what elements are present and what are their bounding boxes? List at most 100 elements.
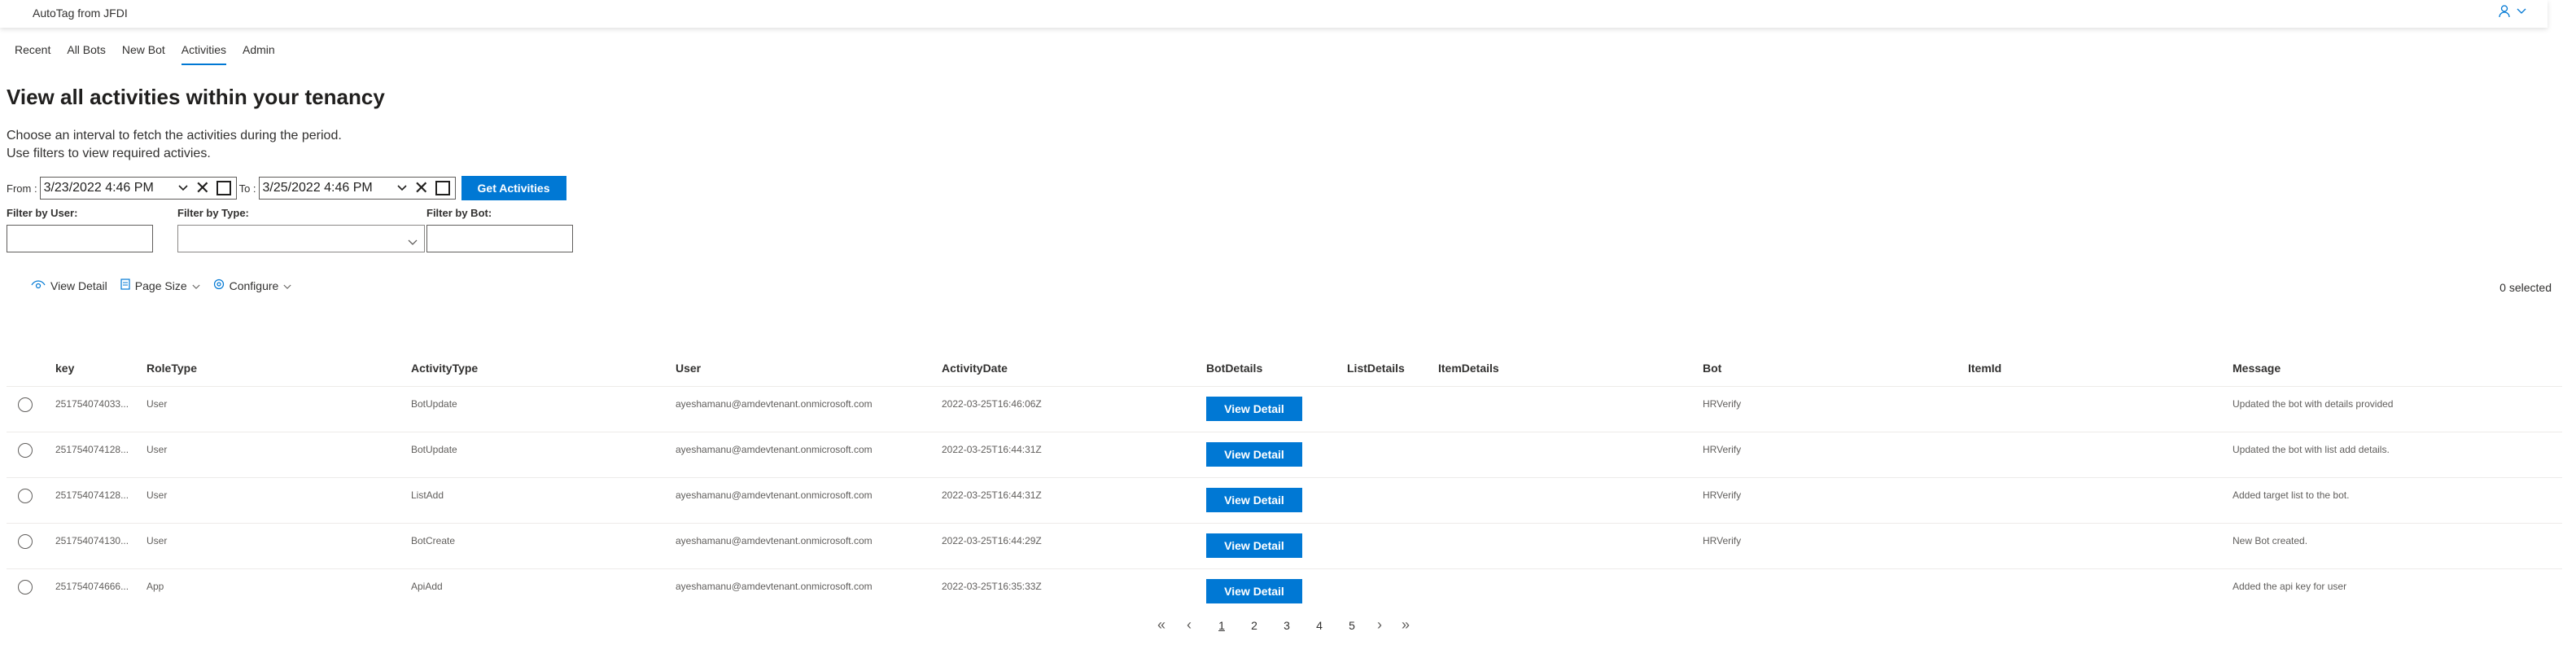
row-select-radio[interactable]	[18, 443, 33, 458]
chevron-down-icon	[283, 279, 291, 292]
column-header-message[interactable]: Message	[2233, 362, 2281, 375]
cell-bot: HRVerify	[1703, 398, 1742, 410]
row-select-radio[interactable]	[18, 397, 33, 412]
filter-bot-label: Filter by Bot:	[426, 207, 492, 219]
cell-bot: HRVerify	[1703, 489, 1742, 501]
view-detail-button[interactable]: View Detail	[1206, 442, 1302, 467]
tab-new-bot[interactable]: New Bot	[114, 41, 173, 65]
prev-page-icon[interactable]: ‹	[1187, 616, 1192, 634]
calendar-icon[interactable]	[435, 181, 450, 195]
date-range-row: From : ✕ To : ✕ Get Activities	[7, 175, 566, 201]
cell-key: 251754074128...	[55, 444, 129, 455]
first-page-icon[interactable]: «	[1157, 616, 1166, 634]
view-detail-button[interactable]: View Detail	[1206, 533, 1302, 558]
tab-all-bots[interactable]: All Bots	[59, 41, 113, 65]
column-header-itemdetails[interactable]: ItemDetails	[1438, 362, 1499, 375]
cell-user: ayeshamanu@amdevtenant.onmicrosoft.com	[676, 535, 873, 546]
configure-label: Configure	[229, 279, 279, 292]
next-page-icon[interactable]: ›	[1377, 616, 1382, 634]
close-icon[interactable]: ✕	[414, 178, 429, 198]
filter-type-dropdown[interactable]	[177, 225, 425, 252]
cell-message: Updated the bot with details provided	[2233, 398, 2394, 410]
tab-admin[interactable]: Admin	[234, 41, 283, 65]
cell-message: New Bot created.	[2233, 535, 2308, 546]
view-detail-button[interactable]: View Detail	[1206, 397, 1302, 421]
column-header-bot[interactable]: Bot	[1703, 362, 1721, 375]
column-header-activitytype[interactable]: ActivityType	[411, 362, 478, 375]
chevron-down-icon[interactable]	[396, 185, 408, 191]
page-number[interactable]: 4	[1310, 619, 1329, 632]
cell-key: 251754074130...	[55, 535, 129, 546]
from-datetime-input[interactable]	[40, 181, 177, 195]
get-activities-button[interactable]: Get Activities	[461, 176, 566, 200]
cell-activitydate: 2022-03-25T16:44:31Z	[942, 489, 1042, 501]
selected-count: 0 selected	[2499, 281, 2552, 294]
column-header-activitydate[interactable]: ActivityDate	[942, 362, 1008, 375]
filter-user-input[interactable]	[7, 225, 153, 252]
filter-user-label: Filter by User:	[7, 207, 78, 219]
row-select-radio[interactable]	[18, 534, 33, 549]
page-description-filters: Use filters to view required activies.	[7, 147, 211, 160]
calendar-icon[interactable]	[216, 181, 231, 195]
page-size-command[interactable]: Page Size	[120, 279, 200, 292]
user-icon	[2499, 5, 2510, 18]
view-detail-button[interactable]: View Detail	[1206, 488, 1302, 512]
cell-message: Added target list to the bot.	[2233, 489, 2350, 501]
row-divider	[7, 386, 2562, 387]
cell-activitytype: BotCreate	[411, 535, 456, 546]
page-number-current[interactable]: 1	[1212, 619, 1231, 632]
filter-bot-input[interactable]	[426, 225, 573, 252]
cell-roletype: User	[147, 444, 168, 455]
cell-user: ayeshamanu@amdevtenant.onmicrosoft.com	[676, 444, 873, 455]
page-icon	[120, 279, 130, 292]
cell-activitytype: ListAdd	[411, 489, 444, 501]
page-number[interactable]: 3	[1277, 619, 1297, 632]
row-divider	[7, 568, 2562, 569]
cell-key: 251754074128...	[55, 489, 129, 501]
column-header-itemid[interactable]: ItemId	[1968, 362, 2001, 375]
page-description-interval: Choose an interval to fetch the activiti…	[7, 129, 342, 143]
column-header-user[interactable]: User	[676, 362, 701, 375]
page-number[interactable]: 5	[1342, 619, 1362, 632]
nav-tabs: Recent All Bots New Bot Activities Admin	[7, 41, 283, 65]
column-header-roletype[interactable]: RoleType	[147, 362, 197, 375]
cell-user: ayeshamanu@amdevtenant.onmicrosoft.com	[676, 398, 873, 410]
to-datetime-input[interactable]	[259, 181, 396, 195]
page-size-label: Page Size	[134, 279, 187, 292]
chevron-down-icon	[2517, 8, 2526, 15]
to-date-picker: ✕	[258, 177, 456, 200]
close-icon[interactable]: ✕	[195, 178, 210, 198]
cell-roletype: User	[147, 535, 168, 546]
column-header-listdetails[interactable]: ListDetails	[1347, 362, 1405, 375]
app-title: AutoTag from JFDI	[33, 7, 128, 20]
chevron-down-icon	[408, 235, 418, 250]
tab-activities[interactable]: Activities	[173, 41, 234, 65]
chevron-down-icon[interactable]	[177, 185, 189, 191]
row-divider	[7, 523, 2562, 524]
column-header-key[interactable]: key	[55, 362, 74, 375]
chevron-down-icon	[192, 279, 200, 292]
from-date-picker: ✕	[39, 177, 237, 200]
row-divider	[7, 477, 2562, 478]
cell-activitytype: BotUpdate	[411, 444, 457, 455]
view-detail-label: View Detail	[50, 279, 107, 292]
row-select-radio[interactable]	[18, 580, 33, 595]
page-number[interactable]: 2	[1244, 619, 1264, 632]
gear-icon	[213, 279, 225, 292]
view-detail-button[interactable]: View Detail	[1206, 579, 1302, 603]
filter-type-label: Filter by Type:	[177, 207, 249, 219]
cell-activitydate: 2022-03-25T16:44:31Z	[942, 444, 1042, 455]
command-bar: View Detail Page Size Configure	[31, 279, 304, 292]
view-detail-command[interactable]: View Detail	[31, 279, 107, 292]
last-page-icon[interactable]: »	[1402, 616, 1410, 634]
top-bar: AutoTag from JFDI	[0, 0, 2548, 28]
row-select-radio[interactable]	[18, 489, 33, 503]
tab-recent[interactable]: Recent	[7, 41, 59, 65]
user-menu[interactable]	[2499, 5, 2526, 18]
cell-activitydate: 2022-03-25T16:46:06Z	[942, 398, 1042, 410]
page-title: View all activities within your tenancy	[7, 85, 385, 109]
column-header-botdetails[interactable]: BotDetails	[1206, 362, 1262, 375]
configure-command[interactable]: Configure	[213, 279, 292, 292]
cell-message: Added the api key for user	[2233, 581, 2347, 592]
cell-bot: HRVerify	[1703, 535, 1742, 546]
